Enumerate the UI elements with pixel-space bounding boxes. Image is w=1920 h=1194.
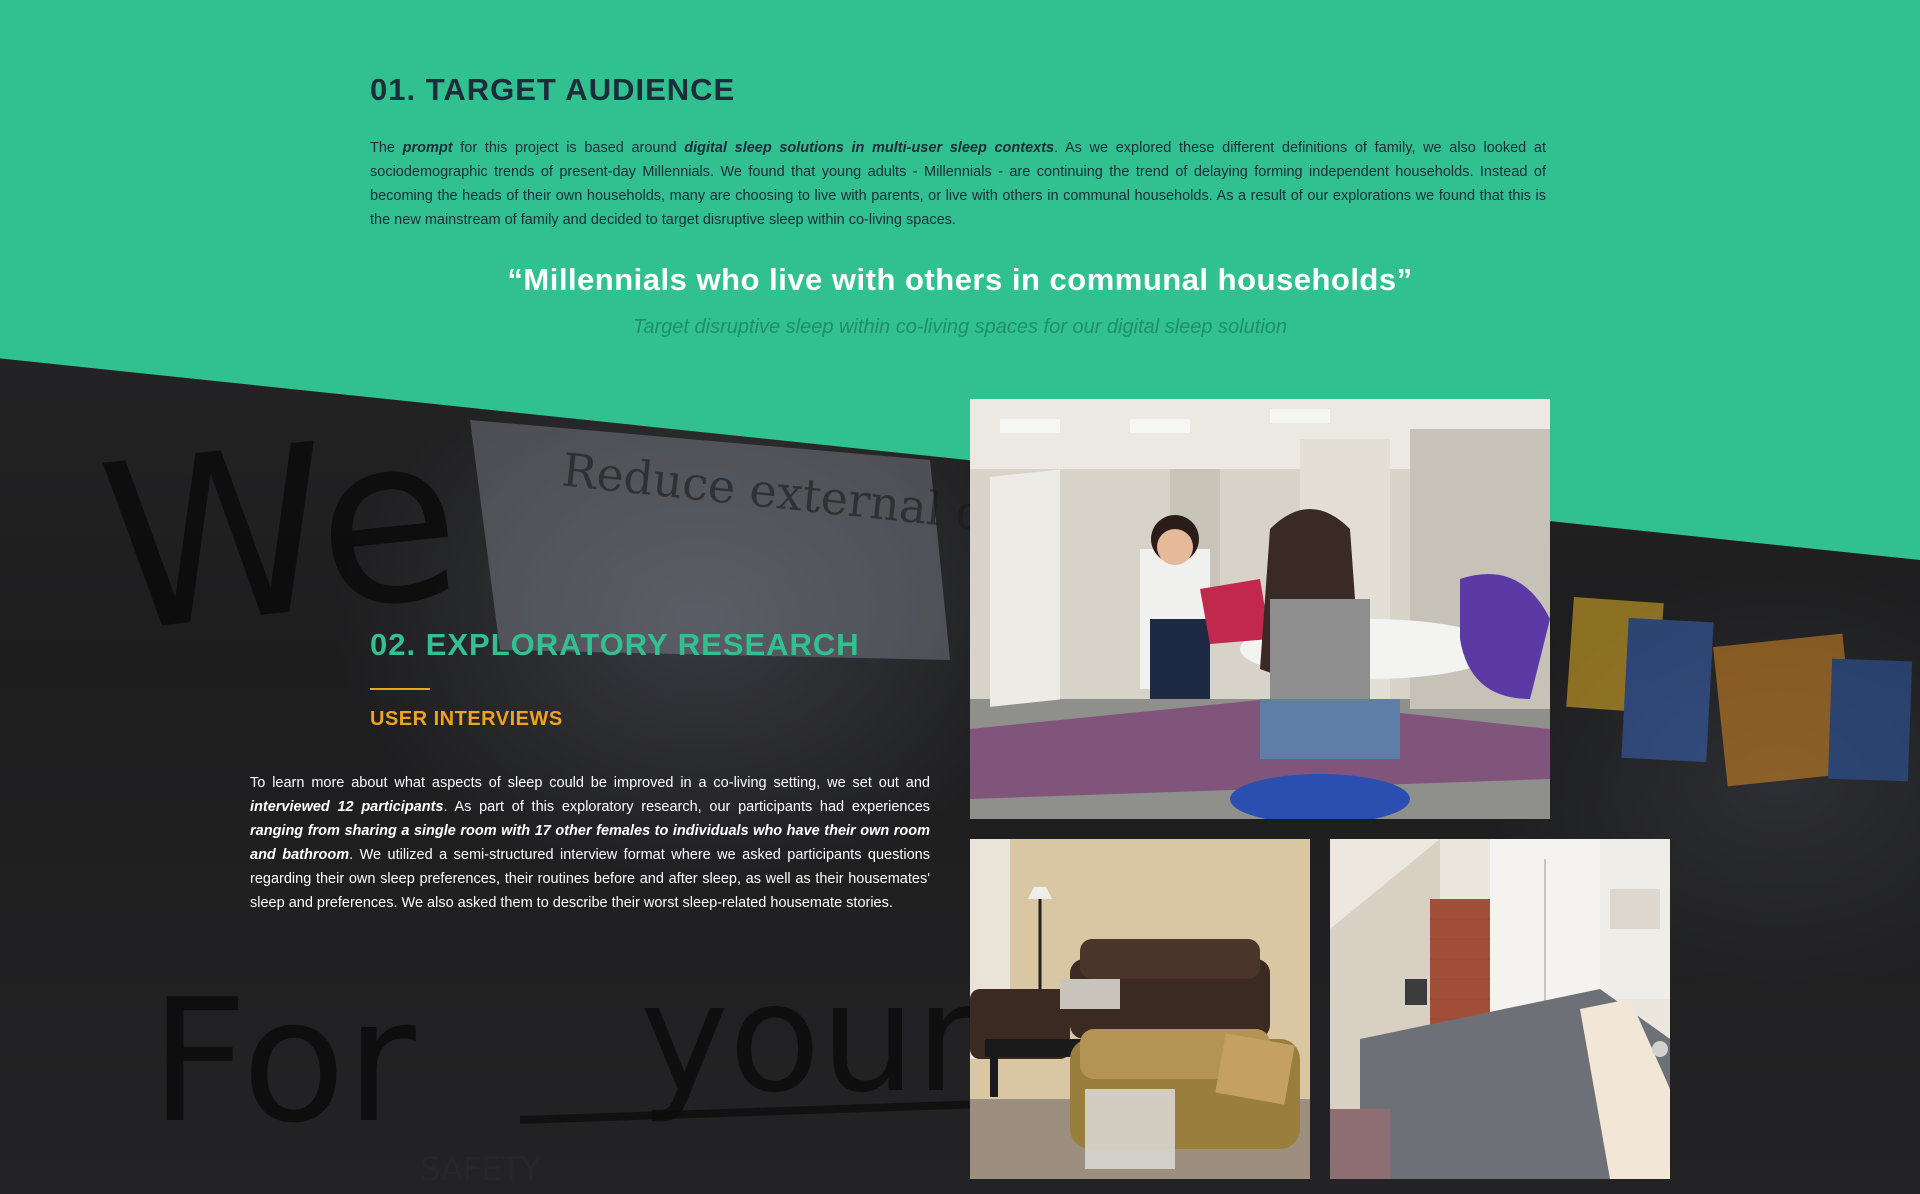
interview-office-photo	[970, 399, 1550, 819]
target-quote: “Millennials who live with others in com…	[507, 262, 1413, 297]
user-interviews-body: To learn more about what aspects of slee…	[250, 775, 931, 911]
emphasis-digital-sleep: digital sleep solutions in multi-user sl…	[684, 140, 1055, 156]
target-audience-heading: 01. TARGET AUDIENCE	[370, 72, 736, 107]
section-divider	[370, 688, 430, 690]
target-quote-subtitle: Target disruptive sleep within co-living…	[632, 316, 1288, 338]
emphasis-participants: interviewed 12 participants	[250, 799, 444, 815]
target-audience-body: The prompt for this project is based aro…	[370, 140, 1546, 228]
attic-room-photo	[1330, 839, 1670, 1179]
emphasis-prompt: prompt	[402, 140, 453, 156]
living-room-photo	[970, 839, 1310, 1179]
exploratory-research-heading: 02. EXPLORATORY RESEARCH	[370, 627, 860, 662]
user-interviews-subheading: USER INTERVIEWS	[370, 708, 563, 730]
